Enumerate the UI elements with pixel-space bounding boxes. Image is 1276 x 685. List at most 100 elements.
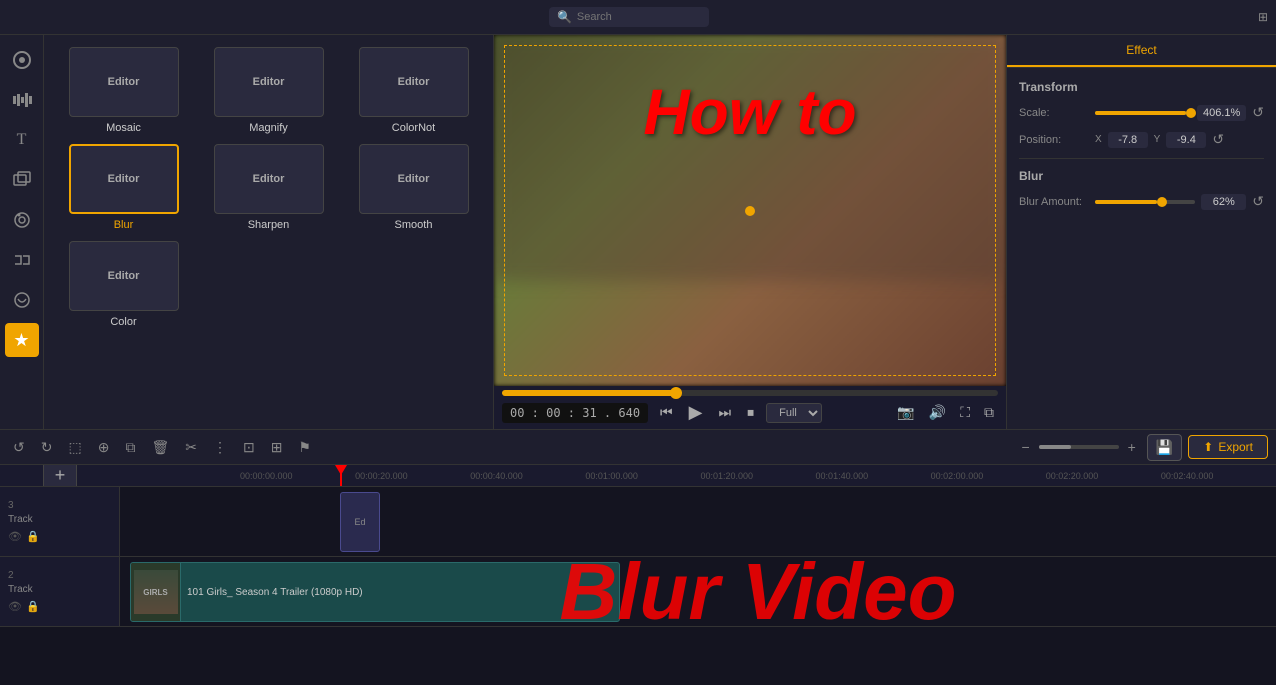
progress-handle[interactable]: [670, 387, 682, 399]
blur-value: 62%: [1201, 194, 1246, 210]
effect-label-mosaic: Mosaic: [106, 122, 141, 134]
undo-button[interactable]: ↺: [8, 436, 30, 459]
effect-thumb-color: Editor: [69, 241, 179, 311]
track-num-3: 3: [8, 500, 111, 511]
y-label: Y: [1154, 134, 1161, 145]
zoom-out-button[interactable]: −: [1016, 436, 1034, 458]
redo-button[interactable]: ↻: [36, 436, 58, 459]
select-tool[interactable]: ⬚: [63, 436, 86, 459]
scale-handle[interactable]: [1186, 108, 1196, 118]
main-layout: T ★ Editor Mosaic: [0, 35, 1276, 429]
top-bar: 🔍 ⊞: [0, 0, 1276, 35]
y-value[interactable]: -9.4: [1166, 132, 1206, 148]
effect-label-magnify: Magnify: [249, 122, 288, 134]
scale-value: 406.1%: [1197, 105, 1246, 121]
sidebar-icon-effects[interactable]: [5, 203, 39, 237]
controls-bar: 00 : 00 : 31 . 640 ⏮ ▶ ⏭ ⏹ Full 📷 🔊 ⛶ ⧉: [494, 386, 1006, 429]
track-num-2: 2: [8, 570, 111, 581]
zoom-in-button[interactable]: +: [1123, 436, 1141, 458]
effect-item-mosaic[interactable]: Editor Mosaic: [56, 47, 191, 134]
blur-clip[interactable]: Ed: [340, 492, 380, 552]
copy-button[interactable]: ⧉: [120, 436, 140, 459]
ruler-mark-4: 00:01:20.000: [700, 471, 815, 481]
track-row-2: 2 Track 👁 🔒 GIRLS 101 Girls_ Season 4 Tr…: [0, 557, 1276, 627]
sidebar-icon-overlay[interactable]: [5, 163, 39, 197]
scale-slider[interactable]: [1095, 111, 1191, 115]
grid-view-icon[interactable]: ⊞: [1258, 10, 1268, 24]
ruler-marks: 00:00:00.000 00:00:20.000 00:00:40.000 0…: [120, 471, 1276, 481]
sidebar-icon-media[interactable]: [5, 43, 39, 77]
effect-item-color[interactable]: Editor Color: [56, 241, 191, 328]
add-track-button[interactable]: +: [43, 465, 77, 487]
timeline-playhead[interactable]: [340, 465, 342, 486]
track-name-2: Track: [8, 584, 111, 595]
track-lock-icon-2[interactable]: 🔒: [26, 600, 40, 613]
sidebar-icon-text[interactable]: T: [5, 123, 39, 157]
zoom-control: − +: [1016, 436, 1140, 458]
next-frame-button[interactable]: ⏭: [715, 402, 736, 423]
time-display: 00 : 00 : 31 . 640: [502, 403, 648, 423]
clip-thumb-inner: GIRLS: [134, 570, 178, 614]
effect-label-smooth: Smooth: [395, 219, 433, 231]
tab-effect[interactable]: Effect: [1007, 35, 1276, 67]
effect-label-blur: Blur: [114, 219, 134, 231]
play-button[interactable]: ▶: [685, 400, 707, 425]
marker-button[interactable]: ⚑: [293, 436, 316, 459]
export-button[interactable]: ⬆ Export: [1188, 435, 1268, 459]
resize-button[interactable]: ⊞: [266, 436, 288, 459]
blur-slider[interactable]: [1095, 200, 1195, 204]
blur-clip-label: Ed: [354, 517, 365, 527]
blur-handle[interactable]: [1157, 197, 1167, 207]
fullscreen-button[interactable]: ⛶: [956, 402, 974, 423]
track-content-3: Ed: [120, 487, 1276, 556]
prev-frame-button[interactable]: ⏮: [656, 402, 677, 423]
export-label: Export: [1218, 440, 1253, 454]
sidebar-icon-transition[interactable]: [5, 243, 39, 277]
zoom-select[interactable]: Full: [766, 403, 822, 423]
coord-group: X -7.8 Y -9.4: [1095, 132, 1206, 148]
sidebar-icon-audio[interactable]: [5, 83, 39, 117]
cut-button[interactable]: ✂: [180, 436, 202, 459]
timeline-tracks: 3 Track 👁 🔒 Ed 2 Track 👁 🔒: [0, 487, 1276, 685]
add-media-button[interactable]: ⊕: [93, 436, 115, 459]
track-eye-icon-3[interactable]: 👁: [8, 530, 22, 543]
volume-button[interactable]: 🔊: [925, 402, 950, 423]
timeline: + 00:00:00.000 00:00:20.000 00:00:40.000…: [0, 465, 1276, 685]
delete-button[interactable]: 🗑: [146, 436, 174, 459]
video-preview: › How to: [494, 35, 1006, 386]
zoom-slider[interactable]: [1039, 445, 1119, 449]
effect-item-colornot[interactable]: Editor ColorNot: [346, 47, 481, 134]
sidebar-icon-star[interactable]: ★: [5, 323, 39, 357]
effect-label-sharpen: Sharpen: [248, 219, 290, 231]
stop-button[interactable]: ⏹: [743, 402, 758, 423]
track-lock-icon-3[interactable]: 🔒: [26, 530, 40, 543]
ruler-mark-5: 00:01:40.000: [816, 471, 931, 481]
search-box[interactable]: 🔍: [549, 7, 709, 27]
sidebar-icon-sticker[interactable]: [5, 283, 39, 317]
scale-reset-icon[interactable]: ↺: [1252, 104, 1264, 121]
split-button[interactable]: ⋮: [208, 436, 232, 459]
crop-button[interactable]: ⊡: [238, 436, 260, 459]
effect-thumb-magnify: Editor: [214, 47, 324, 117]
progress-bar[interactable]: [502, 390, 998, 396]
ctrl-icon-group: 📷 🔊 ⛶ ⧉: [893, 402, 998, 423]
screenshot-button[interactable]: 📷: [893, 402, 918, 423]
pip-button[interactable]: ⧉: [980, 402, 998, 423]
save-project-button[interactable]: 💾: [1147, 434, 1182, 461]
transform-section-title: Transform: [1019, 80, 1264, 94]
blur-reset-icon[interactable]: ↺: [1252, 193, 1264, 210]
effect-item-magnify[interactable]: Editor Magnify: [201, 47, 336, 134]
effect-item-smooth[interactable]: Editor Smooth: [346, 144, 481, 231]
search-input[interactable]: [577, 11, 697, 23]
video-clip[interactable]: GIRLS 101 Girls_ Season 4 Trailer (1080p…: [130, 562, 620, 622]
progress-fill: [502, 390, 676, 396]
blur-overlay: [494, 35, 1006, 281]
position-reset-icon[interactable]: ↺: [1212, 131, 1224, 148]
ruler-mark-8: 00:02:40.000: [1161, 471, 1276, 481]
x-value[interactable]: -7.8: [1108, 132, 1148, 148]
blur-amount-label: Blur Amount:: [1019, 196, 1089, 208]
effect-thumb-colornot: Editor: [359, 47, 469, 117]
track-eye-icon-2[interactable]: 👁: [8, 600, 22, 613]
effect-item-blur[interactable]: Editor Blur: [56, 144, 191, 231]
effect-item-sharpen[interactable]: Editor Sharpen: [201, 144, 336, 231]
